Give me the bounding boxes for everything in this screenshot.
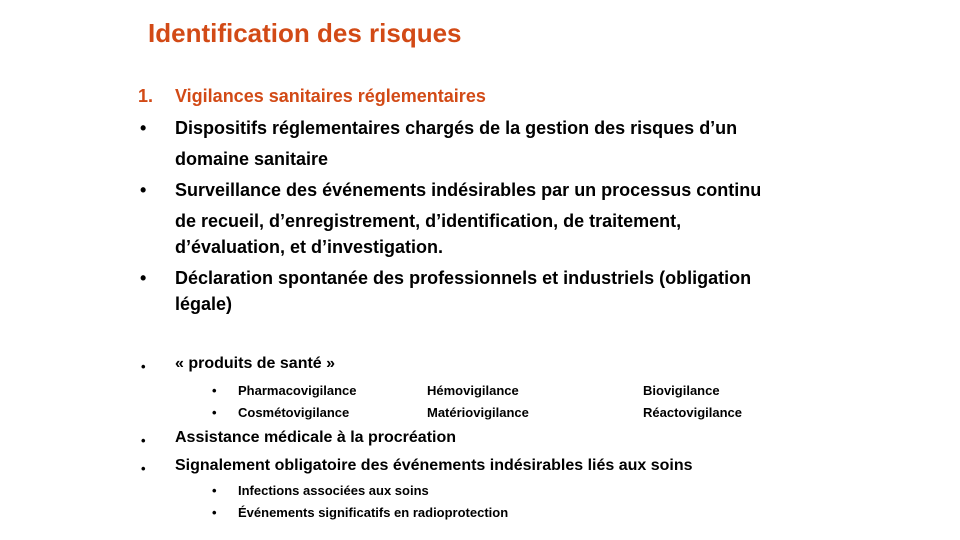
vigilance-item: Matériovigilance	[427, 405, 529, 420]
bullet-marker: •	[141, 433, 146, 448]
bullet-text-line: d’évaluation, et d’investigation.	[175, 237, 444, 257]
sub-bullet-marker: •	[212, 405, 217, 420]
reporting-item: Infections associées aux soins	[238, 483, 429, 498]
bullet-text-line: domaine sanitaire	[175, 149, 329, 169]
slide-title: Identification des risques	[148, 18, 462, 48]
bullet-text-line: Surveillance des événements indésirables…	[175, 180, 762, 200]
sub-bullet-marker: •	[212, 483, 217, 498]
bullet-marker: •	[141, 461, 146, 476]
vigilance-item: Réactovigilance	[643, 405, 742, 420]
vigilance-item: Biovigilance	[643, 383, 720, 398]
bullet-marker: •	[141, 359, 146, 374]
bullet-marker: •	[140, 118, 147, 138]
vigilance-item: Cosmétovigilance	[238, 405, 350, 420]
reporting-item: Événements significatifs en radioprotect…	[238, 505, 509, 520]
section-heading: Vigilances sanitaires réglementaires	[175, 86, 486, 106]
sub-bullet-marker: •	[212, 505, 217, 520]
bullet-text-line: légale)	[175, 294, 233, 314]
vigilance-item: Pharmacovigilance	[238, 383, 357, 398]
bullet-marker: •	[140, 180, 147, 200]
sub-bullet-marker: •	[212, 383, 217, 398]
reporting-label: Signalement obligatoire des événements i…	[175, 457, 693, 474]
vigilance-item: Hémovigilance	[427, 383, 519, 398]
health-products-label: « produits de santé »	[175, 355, 336, 372]
bullet-text-line: de recueil, d’enregistrement, d’identifi…	[175, 211, 682, 231]
bullet-marker: •	[140, 268, 147, 288]
bullet-text-line: Dispositifs réglementaires chargés de la…	[175, 118, 738, 138]
amp-label: Assistance médicale à la procréation	[175, 429, 457, 446]
section-number: 1.	[138, 86, 154, 106]
bullet-text-line: Déclaration spontanée des professionnels…	[175, 268, 752, 288]
